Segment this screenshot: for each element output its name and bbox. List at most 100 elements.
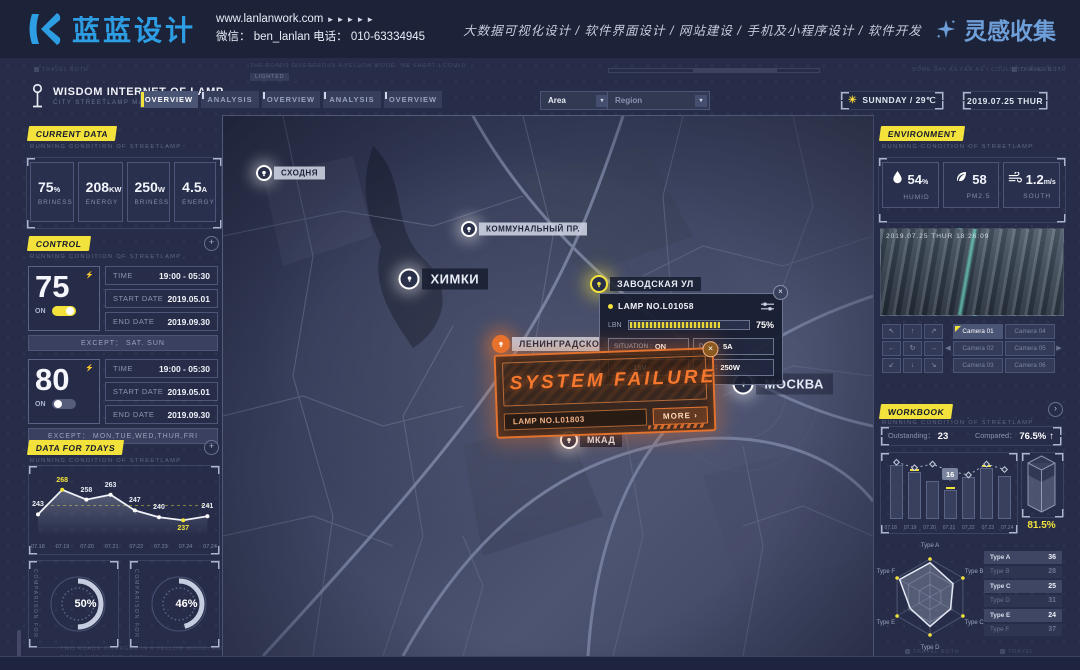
env-tile-humid: 54% HUMID [882,162,939,208]
data-point-label: 241 [202,503,214,510]
metric-tile-briness: 75%BRINESS [30,162,74,222]
wind-icon [1008,170,1022,188]
schedule-row[interactable]: TIME19:00 - 05:30 [105,266,218,285]
decor-text: TRAVEL BOTH [34,67,88,73]
power-toggle[interactable] [52,399,76,409]
dpad-arrow-2[interactable]: ↗ [924,324,943,339]
weather-box: ☀ SUNNDAY / 29℃ [840,91,944,110]
power-toggle[interactable] [52,306,76,316]
environment-subtitle: RUNNING CONDITION OF STREETLAMP [882,144,1033,150]
dpad-arrow-7[interactable]: ↓ [903,358,922,373]
type-row-type-c[interactable]: Type C25 [984,580,1062,593]
radar-axis-label: Type E [876,620,895,626]
metric-tile-energy: 4.5AENERGY [174,162,216,222]
dpad-arrow-1[interactable]: ↑ [903,324,922,339]
failed-lamp-id: LAMP NO.L01803 [504,409,648,431]
dpad-arrow-8[interactable]: ↘ [924,358,943,373]
dpad-arrow-3[interactable]: ← [882,341,901,356]
schedule-row[interactable]: START DATE2019.05.01 [105,382,218,401]
outstanding-value: 23 [938,431,949,442]
more-button[interactable]: MORE › [653,406,708,425]
camera-button-camera-06[interactable]: Camera 06 [1005,358,1055,373]
map-pin-сходня[interactable] [256,165,272,181]
workbook-trend-line [881,453,1017,533]
tune-icon[interactable] [761,302,774,311]
week-chart-add-button[interactable]: + [204,440,219,455]
hazard-stripes [648,423,706,429]
region-select-value: Region [615,96,642,105]
banner-contact-line: 微信： ben_lanlan 电话： 010-63334945 [216,29,425,47]
region-select[interactable]: Region ▾ [607,91,710,110]
map-label: СХОДНЯ [274,167,325,180]
capacity-cube [1021,452,1064,518]
tab-overview-3[interactable]: OVERVIEW [262,91,320,108]
date-box: 2019.07.25 THUR [962,91,1048,110]
type-radar-section: Type AType BType CType DType EType F Typ… [880,545,1062,653]
camera-button-camera-04[interactable]: Camera 04 [1005,324,1055,339]
compared-label: Compared： [975,431,1016,441]
chevron-right-icon: › [694,411,698,420]
workbook-next-button[interactable]: › [1048,402,1063,417]
type-row-type-e[interactable]: Type E24 [984,609,1062,622]
environment-label: ENVIRONMENT [879,126,965,141]
banner-services: 大数据可视化设计 / 软件界面设计 / 网站建设 / 手机及小程序设计 / 软件… [463,20,922,39]
schedule-row[interactable]: END DATE2019.09.30 [105,312,218,331]
dpad-arrow-5[interactable]: → [924,341,943,356]
lbn-label: LBN [608,322,622,329]
map-pin-коммунальный пр.[interactable] [461,221,477,237]
type-row-type-a[interactable]: Type A36 [984,551,1062,564]
type-row-type-f[interactable]: Type F37 [984,624,1062,637]
city-map[interactable]: СХОДНЯ КОММУНАЛЬНЫЙ ПР. ХИМКИ ЗАВОДСКАЯ … [222,115,874,657]
map-pin-ленинградское ш[interactable] [492,335,510,353]
type-row-type-b[interactable]: Type B28 [984,566,1062,579]
dpad-arrow-6[interactable]: ↙ [882,358,901,373]
control-group-1: ⚡ 75 ON TIME19:00 - 05:30START DATE2019.… [28,266,218,351]
area-select-value: Area [548,96,566,105]
x-tick: 07.23 [154,544,168,550]
workbook-label: WORKBOOK [879,404,954,419]
camera-pager-right[interactable]: ▶ [1055,324,1063,371]
leaf-icon [955,170,968,188]
camera-button-camera-02[interactable]: Camera 02 [953,341,1003,356]
camera-button-camera-03[interactable]: Camera 03 [953,358,1003,373]
dpad-arrow-0[interactable]: ↖ [882,324,901,339]
map-pin-химки[interactable] [399,269,420,290]
radar-axis-label: Type B [965,569,984,575]
data-point-label: 240 [153,504,165,511]
metric-tile-energy: 208KWENERGY [78,162,123,222]
tab-overview-1[interactable]: OVERVIEW [140,91,198,108]
brightness-bar[interactable] [628,320,750,330]
type-row-type-d[interactable]: Type D31 [984,595,1062,608]
env-tile-south: 1.2m/s SOUTH [1003,162,1060,208]
week-line-chart: 243268258263247240237241 07.1807.1907.20… [28,465,220,555]
metric-tile-briness: 250WBRINESS [127,162,171,222]
week-chart-subtitle: RUNNING CONDITION OF STREETLAMP [30,458,181,464]
radar-axis-label: Type C [965,620,984,626]
sun-icon: ☀ [848,95,857,106]
x-tick: 07.18 [31,544,45,550]
area-select[interactable]: Area ▾ [540,91,611,110]
tab-overview-5[interactable]: OVERVIEW [384,91,442,108]
banner-website[interactable]: www.lanlanwork.com [216,13,323,25]
schedule-row[interactable]: START DATE2019.05.01 [105,289,218,308]
camera-button-camera-01[interactable]: Camera 01 [953,324,1003,339]
map-pin-заводская ул[interactable] [590,275,608,293]
capacity-value: 81.5% [1021,520,1062,531]
control-add-button[interactable]: + [204,236,219,251]
schedule-row[interactable]: END DATE2019.09.30 [105,405,218,424]
lamp-popup-title: LAMP NO.L01058 [618,301,756,311]
close-icon[interactable]: × [773,285,788,300]
tab-analysis-2[interactable]: ANALYSIS [201,91,259,108]
x-tick: 07.21 [105,544,119,550]
control-group-2: ⚡ 80 ON TIME19:00 - 05:30START DATE2019.… [28,359,218,444]
camera-button-camera-05[interactable]: Camera 05 [1005,341,1055,356]
refresh-icon[interactable]: ↻ [903,341,922,356]
camera-feed[interactable]: 2019.07.25 THUR 18:26:09 [880,228,1064,316]
schedule-row[interactable]: TIME19:00 - 05:30 [105,359,218,378]
tab-analysis-4[interactable]: ANALYSIS [323,91,381,108]
x-tick: 07.22 [129,544,143,550]
compared-value: 76.5% [1019,431,1046,442]
collect-logo-text: 灵感收集 [964,12,1056,46]
camera-pager-left[interactable]: ◀ [944,324,952,371]
control-subtitle: RUNNING CONDITION OF STREETLAMP [30,254,181,260]
